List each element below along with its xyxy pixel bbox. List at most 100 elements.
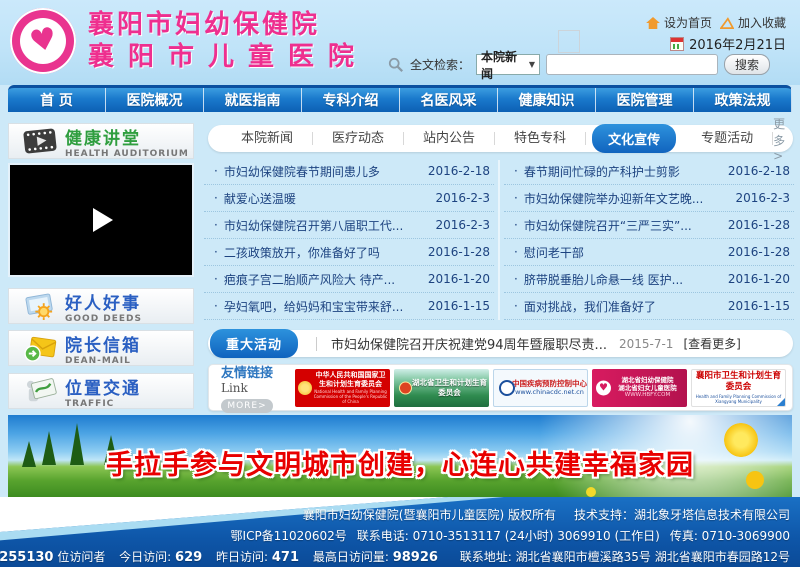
globe-icon xyxy=(499,380,515,396)
search-bar: 全文检索： 本院新闻 ▼ 搜索 xyxy=(388,54,770,75)
tab-special-activities[interactable]: 专题活动 xyxy=(682,132,773,145)
friendship-links: 友情链接 Link MORE> 中华人民共和国国家卫生和计划生育委员会 Nati… xyxy=(208,364,793,411)
footer-line-copyright: 襄阳市妇幼保健院(暨襄阳市儿童医院) 版权所有技术支持：湖北象牙塔信息技术有限公… xyxy=(303,506,790,523)
search-button[interactable]: 搜索 xyxy=(724,54,770,75)
date-row: 2016年2月21日 xyxy=(670,34,786,53)
tabs-more-link[interactable]: 更多> xyxy=(773,115,785,163)
calendar-icon xyxy=(670,37,684,51)
main-nav: 首 页 医院概况 就医指南 专科介绍 名医风采 健康知识 医院管理 政策法规 xyxy=(8,85,792,112)
promo-banner: 手拉手参与文明城市创建，心连心共建幸福家园 xyxy=(8,415,792,497)
bullet: · xyxy=(514,191,518,205)
content: 健康讲堂 HEALTH AUDITORIUM 好人好事 xyxy=(0,112,800,415)
film-icon xyxy=(23,128,57,154)
news-item-clipped[interactable]: ·市妇幼保健院干部党员学习《准则》和...2016-1-15 xyxy=(204,320,494,324)
news-item[interactable]: · 市妇幼保健院举办迎新年文艺晚...2016-2-3 xyxy=(504,185,794,212)
news-item[interactable]: ·春节期间忙碌的产科护士剪影2016-2-18 xyxy=(504,158,794,185)
news-item[interactable]: ·孕妇氧吧，给妈妈和宝宝带来舒...2016-1-15 xyxy=(204,293,494,320)
partner-logo-hubei-health-commission[interactable]: 湖北省卫生和计划生育委员会 xyxy=(394,369,489,407)
header: ♥ 襄阳市妇幼保健院 襄阳市儿童医院 设为首页 加入收藏 2016年2月21日 xyxy=(0,0,800,85)
news-item[interactable]: ·疤痕子宫二胎顺产风险大 待产...2016-1-20 xyxy=(204,266,494,293)
news-item[interactable]: ·市妇幼保健院春节期间患儿多2016-2-18 xyxy=(204,158,494,185)
tab-medical-trends[interactable]: 医疗动态 xyxy=(313,132,404,145)
news-date: 2016-1-15 xyxy=(428,299,490,313)
news-item[interactable]: ·脐带脱垂胎儿命悬一线 医护...2016-1-20 xyxy=(504,266,794,293)
news-item[interactable]: ·献爱心送温暖2016-2-3 xyxy=(204,185,494,212)
links-more-button[interactable]: MORE> xyxy=(221,399,273,413)
partner-logo-national-health-commission[interactable]: 中华人民共和国国家卫生和计划生育委员会 National Health and … xyxy=(295,369,390,407)
news-item[interactable]: ·市妇幼保健院召开“三严三实”...2016-1-28 xyxy=(504,212,794,239)
major-event-title[interactable]: 市妇幼保健院召开庆祝建党94周年暨履职尽责... xyxy=(331,334,607,353)
set-home-link[interactable]: 设为首页 xyxy=(646,14,712,31)
news-date: 2016-2-3 xyxy=(736,191,790,205)
bullet: · xyxy=(214,218,218,232)
nav-item-health-knowledge[interactable]: 健康知识 xyxy=(498,88,596,112)
nav-item-doctors[interactable]: 名医风采 xyxy=(400,88,498,112)
news-item[interactable]: ·慰问老干部2016-1-28 xyxy=(504,239,794,266)
news-item[interactable]: ·二孩政策放开，你准备好了吗2016-1-28 xyxy=(204,239,494,266)
nav-item-overview[interactable]: 医院概况 xyxy=(106,88,204,112)
news-date: 2016-2-3 xyxy=(436,191,490,205)
nav-item-home[interactable]: 首 页 xyxy=(8,88,106,112)
add-favorite-link[interactable]: 加入收藏 xyxy=(720,14,786,31)
bullet: · xyxy=(214,191,218,205)
partner-logo-xiangyang-health-commission[interactable]: 襄阳市卫生和计划生育委员会 Health and Family Planning… xyxy=(691,369,786,407)
news-item[interactable]: ·面对挑战，我们准备好了2016-1-15 xyxy=(504,293,794,320)
news-item[interactable]: ·市妇幼保健院召开第八届职工代...2016-2-3 xyxy=(204,212,494,239)
address-text: 联系地址: 湖北省襄阳市檀溪路35号 湖北省襄阳市春园路12号 xyxy=(460,550,790,564)
home-icon xyxy=(646,17,660,29)
hospital-logo-inner: ♥ xyxy=(20,18,66,64)
search-category-select[interactable]: 本院新闻 ▼ xyxy=(476,54,540,75)
copyright-text: 襄阳市妇幼保健院(暨襄阳市儿童医院) 版权所有 xyxy=(303,508,556,522)
search-category-value: 本院新闻 xyxy=(481,48,529,82)
news-date: 2016-1-28 xyxy=(728,245,790,259)
links-title-en: Link xyxy=(221,381,248,395)
tab-culture-active[interactable]: 文化宣传 xyxy=(592,124,676,153)
sidebar-item-health-lecture[interactable]: 健康讲堂 HEALTH AUDITORIUM xyxy=(8,123,194,159)
news-title: 市妇幼保健院召开第八届职工代... xyxy=(224,217,436,234)
partner-logo-china-cdc[interactable]: 中国疾病预防控制中心 www.chinacdc.net.cn xyxy=(493,369,588,407)
news-date: 2016-1-20 xyxy=(428,272,490,286)
search-label: 全文检索： xyxy=(410,56,470,73)
bullet: · xyxy=(214,272,218,286)
news-title: 面对挑战，我们准备好了 xyxy=(524,298,728,315)
heart-icon: ♥ xyxy=(27,24,60,59)
sidebar-label-zh: 健康讲堂 xyxy=(65,124,189,149)
logo-url: WWW.HBFY.COM xyxy=(609,392,670,399)
sidebar-label-zh: 好人好事 xyxy=(65,289,142,314)
partner-logo-hubei-mch-hospital[interactable]: ♥ 湖北省妇幼保健院 湖北省妇女儿童医院 WWW.HBFY.COM xyxy=(592,369,687,407)
placeholder-box xyxy=(558,30,580,53)
news-column-left: ·市妇幼保健院春节期间患儿多2016-2-18 ·献爱心送温暖2016-2-3 … xyxy=(204,158,494,324)
sidebar-item-traffic[interactable]: 位置交通 TRAFFIC xyxy=(8,373,194,409)
major-event-badge[interactable]: 重大活动 xyxy=(210,329,298,358)
bullet: · xyxy=(514,164,518,178)
sun-photo-icon xyxy=(23,292,57,320)
major-event-more-link[interactable]: [查看更多] xyxy=(683,335,740,352)
bullet: · xyxy=(514,218,518,232)
sidebar-item-dean-mail[interactable]: 院长信箱 DEAN-MAIL xyxy=(8,330,194,366)
news-title: 市妇幼保健院召开“三严三实”... xyxy=(524,217,728,234)
sidebar-label-en: HEALTH AUDITORIUM xyxy=(65,149,189,159)
tab-hospital-news[interactable]: 本院新闻 xyxy=(222,132,313,145)
corner-fold xyxy=(777,398,785,406)
tab-special-departments[interactable]: 特色专科 xyxy=(495,132,586,145)
tab-site-notices[interactable]: 站内公告 xyxy=(404,132,495,145)
nav-item-policy[interactable]: 政策法规 xyxy=(694,88,792,112)
news-title: 市妇幼保健院举办迎新年文艺晚... xyxy=(524,190,736,207)
search-input[interactable] xyxy=(546,54,718,75)
nav-item-management[interactable]: 医院管理 xyxy=(596,88,694,112)
nav-item-departments[interactable]: 专科介绍 xyxy=(302,88,400,112)
bullet: · xyxy=(514,245,518,259)
sidebar-item-good-deeds[interactable]: 好人好事 GOOD DEEDS xyxy=(8,288,194,324)
news-date: 2016-2-18 xyxy=(728,164,790,178)
video-player[interactable] xyxy=(8,163,194,277)
max-count: 98926 xyxy=(393,550,438,565)
nav-item-guide[interactable]: 就医指南 xyxy=(204,88,302,112)
news-lists: ·市妇幼保健院春节期间患儿多2016-2-18 ·献爱心送温暖2016-2-3 … xyxy=(204,158,794,324)
yesterday-count: 471 xyxy=(272,550,299,565)
quick-links: 设为首页 加入收藏 xyxy=(646,14,786,31)
sidebar-label-en: DEAN-MAIL xyxy=(65,356,141,366)
site-title: 襄阳市妇幼保健院 襄阳市儿童医院 xyxy=(88,9,368,73)
emblem-icon xyxy=(298,381,312,395)
footer: 襄阳市妇幼保健院(暨襄阳市儿童医院) 版权所有技术支持：湖北象牙塔信息技术有限公… xyxy=(0,497,800,567)
banner-slogan: 手拉手参与文明城市创建，心连心共建幸福家园 xyxy=(8,443,792,482)
